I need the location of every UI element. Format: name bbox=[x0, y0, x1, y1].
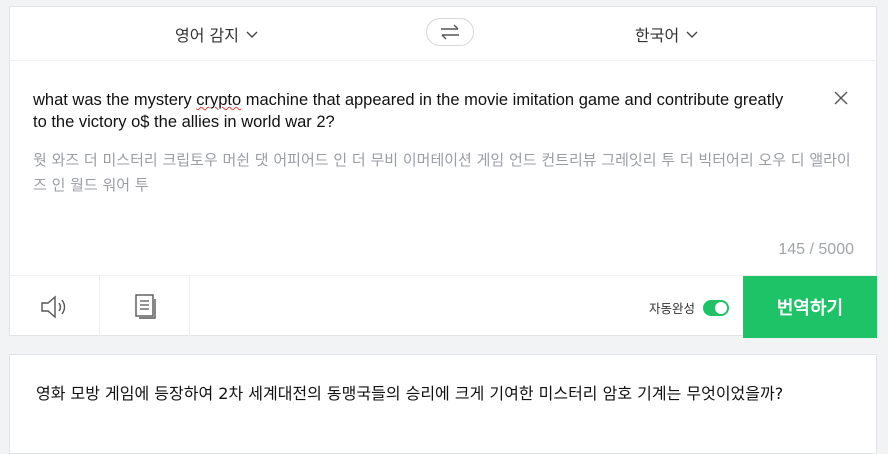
misspelled-word: crypto bbox=[196, 91, 242, 109]
chevron-down-icon bbox=[686, 31, 698, 38]
source-text-input[interactable]: what was the mystery crypto machine that… bbox=[33, 89, 793, 133]
chevron-down-icon bbox=[246, 31, 258, 38]
listen-button[interactable] bbox=[10, 276, 100, 337]
translation-output-text: 영화 모방 게임에 등장하여 2차 세계대전의 동맹국들의 승리에 크게 기여한… bbox=[36, 384, 784, 403]
pronunciation-text: 웟 와즈 더 미스터리 크립토우 머쉰 댓 어피어드 인 더 무비 이머테이션 … bbox=[33, 151, 851, 194]
target-language-select[interactable]: 한국어 bbox=[635, 22, 699, 46]
source-language-select[interactable]: 영어 감지 bbox=[175, 22, 259, 46]
autocomplete-label: 자동완성 bbox=[648, 301, 695, 316]
language-bar: 영어 감지 한국어 bbox=[10, 7, 876, 61]
close-icon[interactable] bbox=[832, 89, 850, 107]
translation-output-panel: 영화 모방 게임에 등장하여 2차 세계대전의 동맹국들의 승리에 크게 기여한… bbox=[9, 354, 877, 454]
autocomplete-toggle[interactable] bbox=[703, 299, 729, 316]
copy-icon bbox=[134, 293, 156, 319]
target-language-label: 한국어 bbox=[635, 26, 680, 45]
copy-button[interactable] bbox=[100, 276, 190, 337]
character-counter: 145 / 5000 bbox=[778, 241, 854, 258]
translate-button[interactable]: 번역하기 bbox=[743, 276, 877, 338]
speaker-icon bbox=[40, 294, 65, 319]
translator-input-panel: 영어 감지 한국어 what was the mystery crypto ma… bbox=[9, 6, 877, 338]
swap-languages-button[interactable] bbox=[426, 18, 474, 46]
swap-arrows-icon bbox=[441, 24, 459, 40]
source-language-label: 영어 감지 bbox=[175, 26, 239, 45]
input-toolbar: 자동완성 번역하기 bbox=[10, 275, 877, 338]
source-text-part: what was the mystery bbox=[33, 91, 197, 109]
autocomplete-toggle-group: 자동완성 bbox=[649, 298, 729, 317]
